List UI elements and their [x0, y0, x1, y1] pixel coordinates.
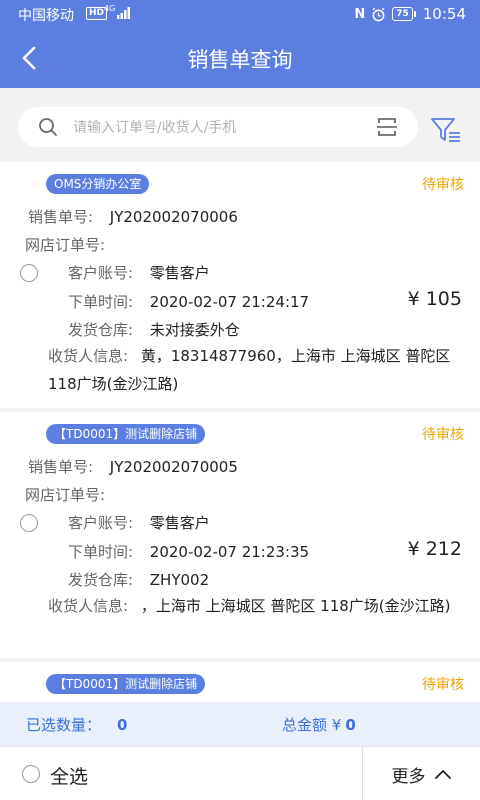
bottom-bar: 全选 更多: [0, 746, 480, 800]
alarm-icon: [372, 7, 385, 21]
order-no-row: 销售单号: JY202002070006: [0, 206, 238, 227]
select-all-radio[interactable]: [22, 765, 40, 783]
chevron-up-icon: [434, 770, 451, 779]
shop-order-no-row: 网店订单号:: [0, 484, 105, 505]
shop-order-no-label: 网店订单号:: [24, 486, 105, 504]
total-amount: 总金额 ¥0: [282, 714, 356, 735]
customer-row: 客户账号: 零售客户: [0, 512, 210, 533]
order-no-label: 销售单号:: [27, 458, 93, 476]
signal-icon: [117, 7, 130, 19]
shop-badge: OMS分销办公室: [46, 174, 150, 194]
order-time-row: 下单时间: 2020-02-07 21:23:35: [0, 541, 309, 562]
warehouse-label: 发货仓库:: [67, 321, 133, 339]
order-no-label: 销售单号:: [27, 208, 93, 226]
receiver-row: 收货人信息: ，上海市 上海城区 普陀区 118广场(金沙江路): [48, 592, 468, 620]
filter-icon[interactable]: [430, 116, 462, 144]
status-bar: 中国移动 HD 4G N 75 10:54: [0, 0, 480, 28]
order-time-label: 下单时间:: [67, 543, 133, 561]
shop-badge: 【TD0001】测试删除店铺: [46, 674, 206, 694]
warehouse-label: 发货仓库:: [67, 571, 133, 589]
battery-icon: 75: [392, 7, 416, 21]
customer-label: 客户账号:: [67, 264, 133, 282]
nfc-icon: N: [354, 6, 366, 22]
receiver-label: 收货人信息:: [48, 597, 129, 615]
customer-value: 零售客户: [149, 514, 210, 532]
order-no-value: JY202002070006: [109, 208, 238, 226]
warehouse-row: 发货仓库: ZHY002: [0, 569, 209, 590]
scan-icon[interactable]: [376, 117, 398, 137]
search-placeholder: 请输入订单号/收货人/手机: [73, 120, 237, 136]
search-icon: [39, 118, 57, 136]
selection-summary: 已选数量： 0 总金额 ¥0: [0, 702, 480, 746]
order-time-value: 2020-02-07 21:24:17: [149, 293, 310, 311]
selected-count: 已选数量： 0: [26, 714, 127, 735]
selected-count-value: 0: [117, 716, 128, 734]
status-badge: 待审核: [422, 677, 464, 693]
warehouse-row: 发货仓库: 未对接委外仓: [0, 319, 240, 340]
order-card[interactable]: 【TD0001】测试删除店铺 待审核 销售单号: JY202002070005 …: [0, 412, 480, 658]
order-card[interactable]: 【TD0001】测试删除店铺 待审核: [0, 662, 480, 702]
order-no-row: 销售单号: JY202002070005: [0, 456, 238, 477]
network-type: 4G: [104, 4, 116, 13]
total-amount-value: 0: [345, 716, 356, 734]
order-no-value: JY202002070005: [109, 458, 238, 476]
customer-label: 客户账号:: [67, 514, 133, 532]
nav-bar: 销售单查询: [0, 28, 480, 88]
shop-order-no-label: 网店订单号:: [24, 236, 105, 254]
clock: 10:54: [422, 5, 466, 23]
more-button-label: 更多: [391, 766, 426, 787]
order-amount: ¥ 212: [407, 538, 462, 560]
carrier-name: 中国移动: [18, 8, 74, 24]
receiver-row: 收货人信息: 黄，18314877960，上海市 上海城区 普陀区 118广场(…: [48, 342, 468, 398]
status-badge: 待审核: [422, 427, 464, 443]
receiver-value: ，上海市 上海城区 普陀区 118广场(金沙江路): [140, 597, 451, 615]
shop-badge: 【TD0001】测试删除店铺: [46, 424, 206, 444]
warehouse-value: ZHY002: [149, 571, 210, 589]
order-card[interactable]: OMS分销办公室 待审核 销售单号: JY202002070006 网店订单号:…: [0, 162, 480, 408]
search-area: 请输入订单号/收货人/手机: [0, 88, 480, 162]
customer-value: 零售客户: [149, 264, 210, 282]
shop-order-no-row: 网店订单号:: [0, 234, 105, 255]
selected-count-label: 已选数量：: [26, 716, 102, 734]
customer-row: 客户账号: 零售客户: [0, 262, 210, 283]
order-time-row: 下单时间: 2020-02-07 21:24:17: [0, 291, 309, 312]
warehouse-value: 未对接委外仓: [149, 321, 240, 339]
order-amount: ¥ 105: [407, 288, 462, 310]
search-input[interactable]: 请输入订单号/收货人/手机: [18, 107, 418, 147]
total-amount-label: 总金额 ¥: [282, 716, 342, 734]
receiver-label: 收货人信息:: [48, 347, 129, 365]
page-title: 销售单查询: [187, 48, 293, 72]
order-time-value: 2020-02-07 21:23:35: [149, 543, 310, 561]
status-badge: 待审核: [422, 177, 464, 193]
select-all-label[interactable]: 全选: [50, 762, 88, 789]
more-button[interactable]: 更多: [362, 747, 480, 800]
order-time-label: 下单时间:: [67, 293, 133, 311]
